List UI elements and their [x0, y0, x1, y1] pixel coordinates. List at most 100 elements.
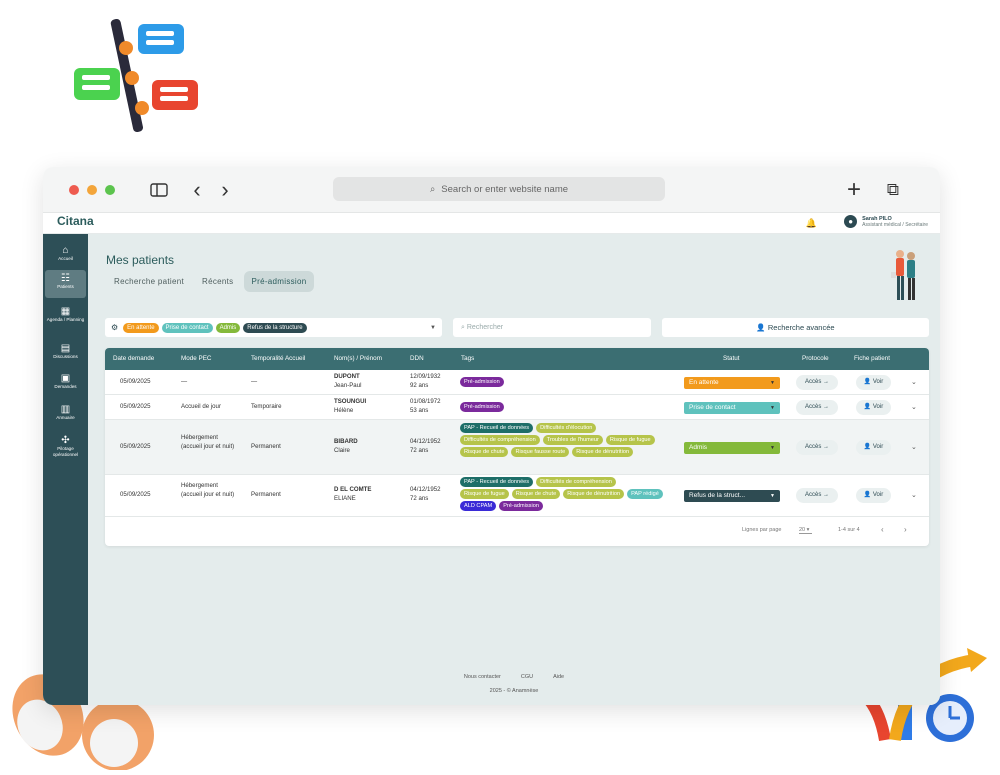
patient-tabs: Recherche patient Récents Pré-admission — [107, 271, 314, 292]
browser-toolbar: ‹ › ⌕ Search or enter website name + ⧉ — [43, 167, 940, 213]
sidebar-toggle-icon[interactable] — [149, 180, 169, 200]
cell-date: 05/09/2025 — [120, 403, 151, 410]
user-icon: 👤 — [863, 444, 873, 450]
column-ddn[interactable]: DDN — [410, 355, 424, 362]
back-icon[interactable]: ‹ — [187, 179, 207, 201]
user-menu[interactable]: ● Sarah PILO Assistant médical / Secréta… — [844, 215, 928, 228]
tab-recherche-patient[interactable]: Recherche patient — [107, 271, 191, 292]
forward-icon[interactable]: › — [215, 179, 235, 201]
advanced-search-button[interactable]: 👤 Recherche avancée — [662, 318, 929, 337]
cell-age: 72 ans — [410, 447, 429, 454]
column-tags[interactable]: Tags — [461, 355, 474, 362]
search-icon: ⌕ — [429, 183, 436, 195]
user-icon: 👤 — [863, 379, 873, 385]
rows-per-page-label: Lignes par page — [742, 527, 782, 533]
protocol-access-button[interactable]: Accès → — [796, 440, 838, 455]
status-filter-select[interactable]: ⚙ En attente Prise de contact Admis Refu… — [105, 318, 442, 337]
view-patient-button[interactable]: 👤 Voir — [856, 440, 891, 455]
column-mode-pec[interactable]: Mode PEC — [181, 355, 211, 362]
app-logo[interactable]: Citana — [57, 214, 94, 228]
sidebar: ⌂ Accueil ☷ Patients ▦ Agenda / Planning ▤ D… — [43, 234, 88, 705]
address-bar[interactable]: ⌕ Search or enter website name — [333, 177, 665, 201]
table-row[interactable]: 05/09/2025 — — DUPONT Jean-Paul 12/09/19… — [105, 370, 929, 395]
table-row[interactable]: 05/09/2025 Hébergement (accueil jour et … — [105, 420, 929, 475]
sidebar-item-annuaire[interactable]: ▥ Annuaire — [45, 401, 86, 425]
tabs-overview-icon[interactable]: ⧉ — [883, 180, 903, 200]
sidebar-item-discussions[interactable]: ▤ Discussions — [45, 340, 86, 364]
tag-badge: Risque de fugue — [460, 489, 509, 499]
expand-row-icon[interactable]: ⌄ — [911, 443, 917, 451]
protocol-access-button[interactable]: Accès → — [796, 488, 838, 503]
notification-bell-icon[interactable]: 🔔 — [806, 218, 817, 229]
user-icon: 👤 — [863, 492, 873, 498]
tag-badge: PAP - Recueil de données — [460, 423, 534, 433]
column-statut[interactable]: Statut — [723, 355, 739, 362]
column-fiche-patient[interactable]: Fiche patient — [854, 355, 890, 362]
tag-badge: PAP - Recueil de données — [460, 477, 534, 487]
tag-badge: Risque de fugue — [605, 435, 655, 445]
status-select[interactable]: Admis ▼ — [684, 442, 780, 454]
tag-badge: Difficultés de compréhension — [460, 435, 540, 445]
expand-row-icon[interactable]: ⌄ — [911, 403, 917, 411]
sidebar-item-agenda[interactable]: ▦ Agenda / Planning — [45, 303, 86, 333]
status-select[interactable]: Prise de contact ▼ — [684, 402, 780, 414]
rows-per-page-select[interactable]: 20 ▾ — [799, 527, 813, 534]
cell-age: 53 ans — [410, 407, 429, 414]
cell-ddn: 04/12/1952 — [410, 438, 441, 445]
column-temporalite[interactable]: Temporalité Accueil — [251, 355, 305, 362]
table-row[interactable]: 05/09/2025 Hébergement (accueil jour et … — [105, 475, 929, 517]
filter-sliders-icon: ⚙ — [111, 323, 119, 332]
view-patient-button[interactable]: 👤 Voir — [856, 488, 891, 503]
filter-chip-en-attente[interactable]: En attente — [123, 322, 159, 333]
footer-link-aide[interactable]: Aide — [553, 674, 564, 680]
tab-recents[interactable]: Récents — [195, 271, 240, 292]
cell-date: 05/09/2025 — [120, 443, 151, 450]
chat-bubbles-illustration — [74, 18, 198, 133]
sidebar-item-accueil[interactable]: ⌂ Accueil — [45, 242, 86, 266]
view-patient-button[interactable]: 👤 Voir — [856, 400, 891, 415]
maximize-window-button[interactable] — [105, 185, 115, 195]
cell-nom: TSOUNGUI — [334, 398, 367, 405]
status-select[interactable]: Refus de la struct... ▼ — [684, 490, 780, 502]
chat-icon: ▤ — [60, 343, 71, 354]
protocol-access-button[interactable]: Accès → — [796, 375, 838, 390]
footer-link-contact[interactable]: Nous contacter — [464, 674, 501, 680]
expand-row-icon[interactable]: ⌄ — [911, 378, 917, 386]
column-protocole[interactable]: Protocole — [802, 355, 829, 362]
next-page-icon[interactable]: › — [904, 525, 907, 534]
user-role: Assistant médical / Secrétaire — [862, 221, 928, 228]
filter-chip-admis[interactable]: Admis — [215, 322, 241, 333]
cell-age: 72 ans — [410, 495, 429, 502]
tab-pre-admission[interactable]: Pré-admission — [244, 271, 314, 292]
search-input[interactable]: ⌕ Rechercher — [453, 318, 651, 337]
column-nom[interactable]: Nom(s) / Prénom — [334, 355, 382, 362]
new-tab-icon[interactable]: + — [844, 178, 864, 202]
table-row[interactable]: 05/09/2025 Accueil de jour Temporaire TS… — [105, 395, 929, 420]
column-date-demande[interactable]: Date demande — [113, 355, 154, 362]
cell-ddn: 04/12/1952 — [410, 486, 441, 493]
tag-badge: Risque de dénutrition — [572, 447, 634, 457]
table-header: Date demande Mode PEC Temporalité Accuei… — [105, 348, 929, 370]
sidebar-item-patients[interactable]: ☷ Patients — [45, 270, 86, 298]
browser-window: ‹ › ⌕ Search or enter website name + ⧉ C… — [43, 167, 940, 705]
footer-link-cgu[interactable]: CGU — [521, 674, 533, 680]
minimize-window-button[interactable] — [87, 185, 97, 195]
cell-nom: BIBARD — [334, 438, 358, 445]
tag-badge: Difficultés de compréhension — [536, 477, 616, 487]
protocol-access-button[interactable]: Accès → — [796, 400, 838, 415]
chevron-down-icon: ▼ — [430, 324, 436, 331]
cell-nom: DUPONT — [334, 373, 360, 380]
status-select[interactable]: En attente ▼ — [684, 377, 780, 389]
expand-row-icon[interactable]: ⌄ — [911, 491, 917, 499]
chevron-down-icon: ▼ — [770, 405, 775, 411]
filter-chip-prise-de-contact[interactable]: Prise de contact — [161, 322, 213, 333]
close-window-button[interactable] — [69, 185, 79, 195]
sidebar-item-demandes[interactable]: ▣ Demandes — [45, 370, 86, 394]
sidebar-item-pilotage[interactable]: ✣ Pilotage opérationnel — [45, 432, 86, 462]
previous-page-icon[interactable]: ‹ — [881, 525, 884, 534]
view-patient-button[interactable]: 👤 Voir — [856, 375, 891, 390]
filter-chip-refus[interactable]: Refus de la structure — [243, 322, 307, 333]
patients-table: Date demande Mode PEC Temporalité Accuei… — [105, 348, 929, 546]
cell-tags: Pré-admission — [460, 377, 665, 387]
main-content: Mes patients Recherche patient Récents P… — [88, 234, 940, 705]
